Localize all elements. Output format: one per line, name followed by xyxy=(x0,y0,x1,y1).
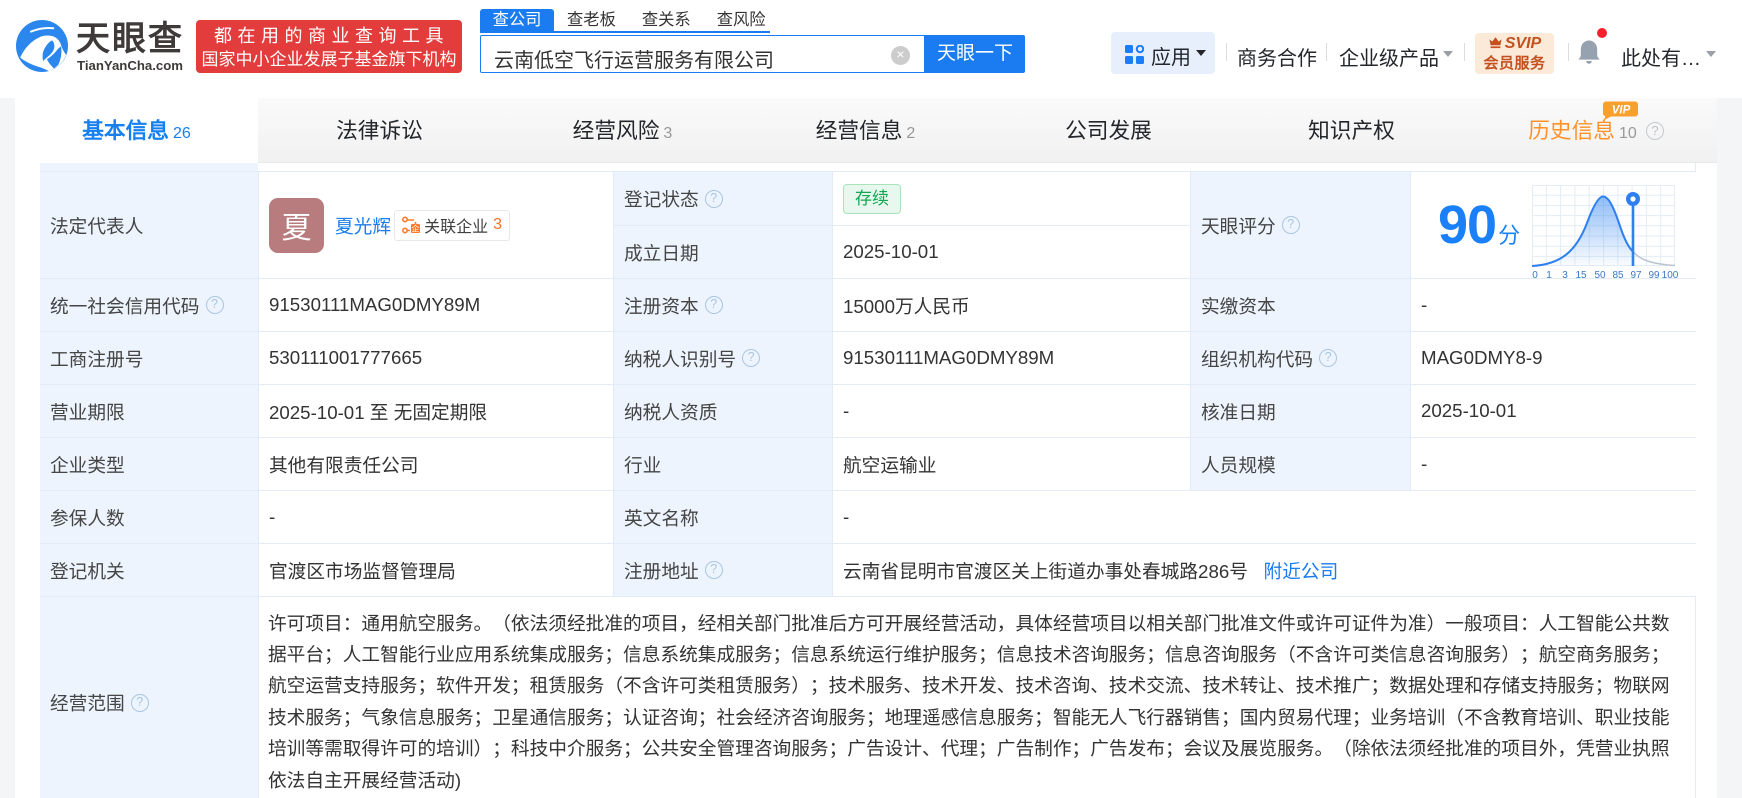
svg-text:VIP: VIP xyxy=(1612,104,1631,116)
svg-text:100: 100 xyxy=(1662,270,1679,280)
svg-text:1: 1 xyxy=(1546,270,1552,280)
svg-text:85: 85 xyxy=(1613,270,1625,280)
svg-text:97: 97 xyxy=(1631,270,1643,280)
svg-text:3: 3 xyxy=(1562,270,1568,280)
svg-text:50: 50 xyxy=(1595,270,1607,280)
svg-text:企: 企 xyxy=(412,223,420,233)
svg-text:15: 15 xyxy=(1576,270,1588,280)
svg-text:99: 99 xyxy=(1649,270,1661,280)
svg-text:0: 0 xyxy=(1532,270,1538,280)
